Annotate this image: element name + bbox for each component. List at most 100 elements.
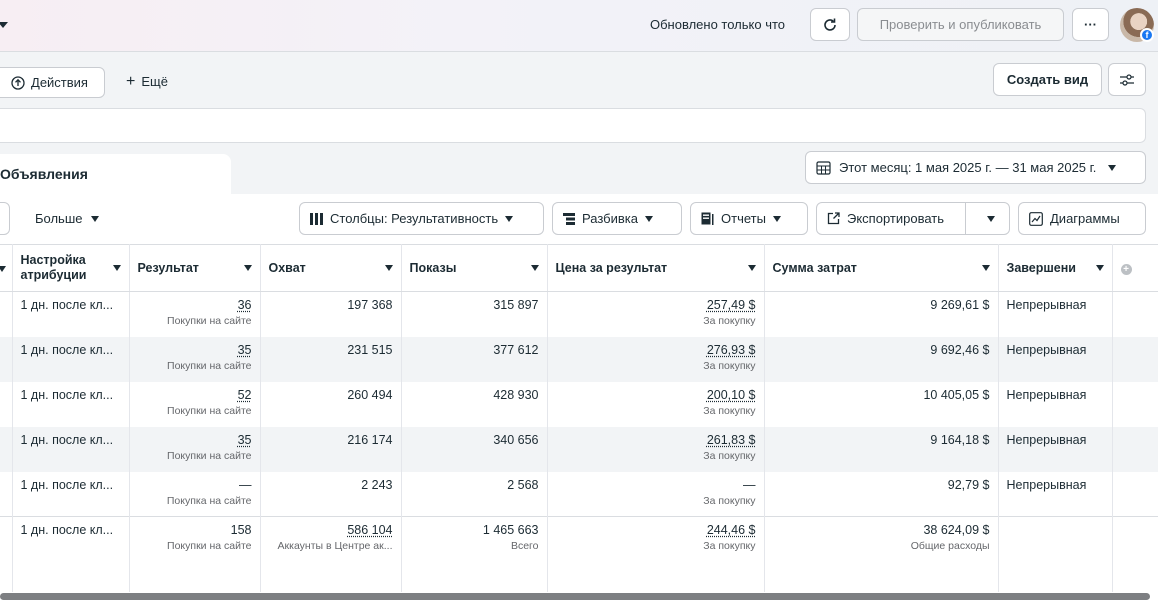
export-dropdown-button[interactable]: [973, 203, 1009, 234]
attribution-cell: 1 дн. после кл...: [12, 471, 130, 517]
column-label: Сумма затрат: [772, 261, 857, 275]
breakdown-button[interactable]: Разбивка: [552, 202, 682, 235]
result-cell[interactable]: 35 Покупки на сайте: [129, 426, 261, 472]
column-header-attribution[interactable]: Настройка атрибуции: [12, 244, 130, 292]
column-header-cut[interactable]: [0, 244, 13, 292]
more-dropdown-label: Больше: [35, 211, 83, 226]
refresh-icon: [824, 18, 836, 31]
cost-per-result-cell[interactable]: 257,49 $ За покупку: [547, 291, 765, 337]
review-publish-button[interactable]: Проверить и опубликовать: [857, 8, 1064, 41]
export-button-group: Экспортировать: [816, 202, 1010, 235]
more-label: Ещё: [141, 74, 168, 89]
column-header-ends[interactable]: Завершени: [998, 244, 1113, 292]
column-header-amount-spent[interactable]: Сумма затрат: [764, 244, 999, 292]
reach-total-value[interactable]: 586 104: [347, 523, 392, 537]
column-header-result[interactable]: Результат: [129, 244, 261, 292]
date-range-label: Этот месяц: 1 мая 2025 г. — 31 мая 2025 …: [839, 160, 1097, 175]
export-button[interactable]: Экспортировать: [817, 203, 966, 234]
chevron-down-icon: [747, 265, 756, 271]
empty-cell: [1112, 426, 1158, 472]
cost-per-result-cell[interactable]: 276,93 $ За покупку: [547, 336, 765, 382]
refresh-button[interactable]: [810, 8, 850, 41]
impressions-total-value: 1 465 663: [482, 523, 539, 537]
column-label: Результат: [137, 261, 199, 275]
plus-icon: +: [126, 72, 136, 90]
calendar-icon: [816, 161, 831, 175]
table-row[interactable]: 1 дн. после кл... — Покупка на сайте 2 24…: [0, 471, 1158, 517]
cost-per-result-cell[interactable]: 261,83 $ За покупку: [547, 426, 765, 472]
attribution-cell: 1 дн. после кл...: [12, 516, 130, 592]
table-row[interactable]: 1 дн. после кл... 35 Покупки на сайте 216…: [0, 426, 1158, 472]
chevron-down-icon: [1095, 265, 1104, 271]
chevron-down-icon: [505, 215, 514, 222]
actions-button[interactable]: Действия: [0, 67, 105, 98]
result-cell[interactable]: 36 Покупки на сайте: [129, 291, 261, 337]
attribution-cell: 1 дн. после кл...: [12, 426, 130, 472]
result-cell[interactable]: 52 Покупки на сайте: [129, 381, 261, 427]
breakdown-icon: [563, 212, 575, 225]
cost-per-result-value[interactable]: 257,49 $: [707, 298, 756, 312]
reach-cell: 197 368: [260, 291, 402, 337]
empty-cell: [1112, 292, 1158, 337]
chevron-down-icon: [1108, 164, 1117, 171]
chevron-down-icon: [0, 266, 6, 272]
cost-per-result-cell: — За покупку: [547, 471, 765, 517]
table-row[interactable]: 1 дн. после кл... 36 Покупки на сайте 197…: [0, 291, 1158, 337]
horizontal-scrollbar[interactable]: [0, 593, 1150, 600]
charts-button[interactable]: Диаграммы: [1018, 202, 1146, 235]
result-value[interactable]: 36: [238, 298, 252, 312]
result-value[interactable]: 35: [238, 433, 252, 447]
amount-spent-cell: 10 405,05 $: [764, 381, 999, 427]
table-row[interactable]: 1 дн. после кл... 35 Покупки на сайте 231…: [0, 336, 1158, 382]
columns-icon: [310, 212, 323, 225]
cost-per-result-value: —: [743, 477, 756, 492]
left-cut-button[interactable]: [0, 202, 10, 235]
export-label: Экспортировать: [847, 211, 944, 226]
cost-per-result-value[interactable]: 276,93 $: [707, 343, 756, 357]
campaign-dropdown-icon[interactable]: [0, 22, 8, 28]
empty-cell: [1112, 336, 1158, 382]
columns-button[interactable]: Столбцы: Результативность: [299, 202, 544, 235]
column-label: Завершени: [1006, 261, 1077, 275]
cost-per-result-value[interactable]: 261,83 $: [707, 433, 756, 447]
reach-cell: 216 174: [260, 426, 402, 472]
result-value[interactable]: 35: [238, 343, 252, 357]
ends-cell: Непрерывная: [998, 426, 1113, 472]
amount-spent-total-cell: 38 624,09 $ Общие расходы: [764, 516, 999, 592]
column-header-reach[interactable]: Охват: [260, 244, 402, 292]
attribution-cell: 1 дн. после кл...: [12, 336, 130, 382]
table-row[interactable]: 1 дн. после кл... 52 Покупки на сайте 260…: [0, 381, 1158, 427]
more-dropdown[interactable]: Больше: [35, 211, 99, 226]
chevron-down-icon: [986, 215, 995, 222]
column-header-cost-per-result[interactable]: Цена за результат: [547, 244, 765, 292]
reach-total-cell[interactable]: 586 104 Аккаунты в Центре ак...: [260, 516, 402, 592]
cost-per-result-total-cell[interactable]: 244,46 $ За покупку: [547, 516, 765, 592]
more-button[interactable]: + Ещё: [126, 72, 168, 90]
search-filter-bar[interactable]: [0, 108, 1146, 143]
amount-spent-cell: 9 164,18 $: [764, 426, 999, 472]
result-cell[interactable]: 35 Покупки на сайте: [129, 336, 261, 382]
settings-sliders-button[interactable]: [1108, 63, 1146, 96]
result-type: Покупки на сайте: [167, 404, 252, 417]
tab-ads[interactable]: Объявления: [0, 154, 231, 194]
actions-bar: Действия + Ещё Создать вид: [0, 53, 1158, 108]
cost-per-result-cell[interactable]: 200,10 $ За покупку: [547, 381, 765, 427]
impressions-cell: 377 612: [401, 336, 548, 382]
create-view-button[interactable]: Создать вид: [993, 63, 1102, 96]
reports-button[interactable]: Отчеты: [690, 202, 808, 235]
cost-per-result-type: За покупку: [703, 494, 756, 507]
amount-spent-total-value: 38 624,09 $: [923, 523, 990, 537]
result-total-cell: 158 Покупки на сайте: [129, 516, 261, 592]
cost-per-result-total-value[interactable]: 244,46 $: [707, 523, 756, 537]
more-options-button[interactable]: ···: [1072, 8, 1109, 41]
column-header-impressions[interactable]: Показы: [401, 244, 548, 292]
chevron-down-icon: [90, 215, 99, 222]
amount-spent-cell: 9 692,46 $: [764, 336, 999, 382]
amount-spent-cell: 9 269,61 $: [764, 291, 999, 337]
empty-cell: [1112, 516, 1158, 592]
chevron-down-icon: [384, 265, 393, 271]
cost-per-result-value[interactable]: 200,10 $: [707, 388, 756, 402]
add-column-button[interactable]: +: [1112, 244, 1158, 292]
date-range-picker[interactable]: Этот месяц: 1 мая 2025 г. — 31 мая 2025 …: [805, 151, 1146, 184]
result-value[interactable]: 52: [238, 388, 252, 402]
